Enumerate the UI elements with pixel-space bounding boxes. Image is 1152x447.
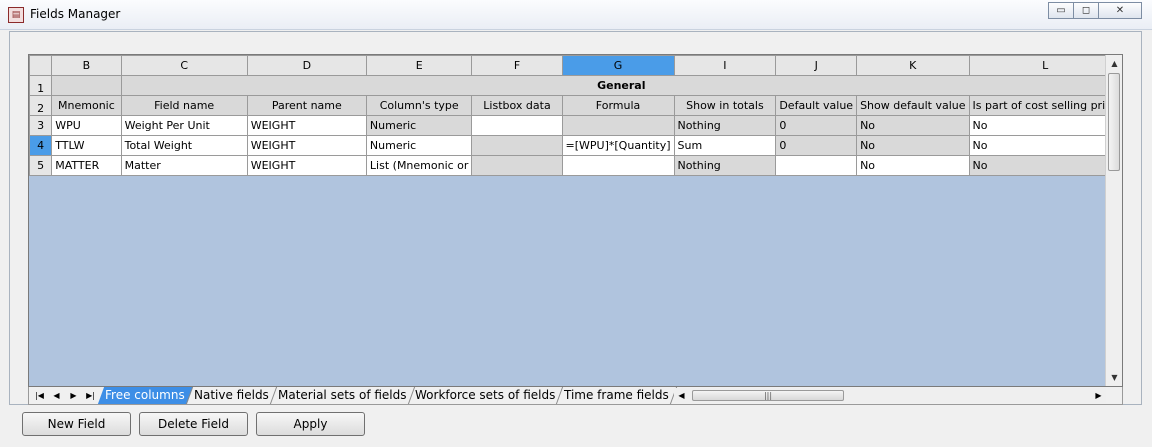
cell-formula[interactable] xyxy=(561,155,675,176)
cell-field-name[interactable]: Weight Per Unit xyxy=(120,115,248,136)
cell-show-in-totals[interactable]: Sum xyxy=(673,135,777,156)
maximize-button[interactable]: ◻ xyxy=(1073,2,1099,19)
cell-show-default-value[interactable]: No xyxy=(856,115,970,136)
tab-material-sets-of-fields[interactable]: Material sets of fields xyxy=(270,387,415,404)
spreadsheet-grid[interactable]: B C D E F G I J K L 1 General 2 Mnemonic… xyxy=(28,54,1123,387)
grid-corner[interactable] xyxy=(29,55,53,76)
row-header-2[interactable]: 2 xyxy=(29,95,53,116)
next-sheet-icon[interactable]: ▶ xyxy=(65,388,82,403)
tab-native-fields[interactable]: Native fields xyxy=(186,387,277,404)
sheet-nav: |◀ ◀ ▶ ▶| xyxy=(31,388,99,403)
scroll-left-icon[interactable]: ◀ xyxy=(674,388,689,403)
cell-cost-selling-price[interactable]: No xyxy=(968,115,1122,136)
fields-table: B C D E F G I J K L 1 General 2 Mnemonic… xyxy=(29,55,1122,176)
cell-mnemonic[interactable]: TTLW xyxy=(51,135,122,156)
cell-formula[interactable] xyxy=(561,115,675,136)
column-header-i[interactable]: I xyxy=(673,55,777,76)
header-show-in-totals: Show in totals xyxy=(673,95,777,116)
cell-cost-selling-price[interactable]: No xyxy=(968,135,1122,156)
horizontal-scroll-thumb[interactable]: ||| xyxy=(692,390,844,401)
scroll-right-icon[interactable]: ▶ xyxy=(1091,388,1106,403)
cell-mnemonic[interactable]: WPU xyxy=(51,115,122,136)
vertical-scrollbar[interactable]: ▲ ▼ xyxy=(1105,55,1122,386)
delete-field-button[interactable]: Delete Field xyxy=(139,412,248,436)
apply-button[interactable]: Apply xyxy=(256,412,365,436)
window-title: Fields Manager xyxy=(30,7,121,21)
cell-parent-name[interactable]: WEIGHT xyxy=(246,135,367,156)
cell-column-type[interactable]: Numeric xyxy=(365,115,473,136)
minimize-button[interactable]: ▭ xyxy=(1048,2,1074,19)
cell-show-default-value[interactable]: No xyxy=(856,155,970,176)
row-header-4[interactable]: 4 xyxy=(29,135,53,156)
group-header-blank xyxy=(51,75,122,96)
row-header-3[interactable]: 3 xyxy=(29,115,53,136)
column-header-f[interactable]: F xyxy=(471,55,563,76)
scroll-down-icon[interactable]: ▼ xyxy=(1106,369,1122,386)
window-controls: ▭ ◻ ✕ xyxy=(1048,2,1142,19)
column-header-d[interactable]: D xyxy=(246,55,367,76)
cell-column-type[interactable]: List (Mnemonic or xyxy=(365,155,473,176)
cell-field-name[interactable]: Total Weight xyxy=(120,135,248,156)
cell-show-in-totals[interactable]: Nothing xyxy=(673,155,777,176)
cell-default-value[interactable] xyxy=(775,155,858,176)
tab-free-columns[interactable]: Free columns xyxy=(97,387,193,404)
new-field-button[interactable]: New Field xyxy=(22,412,131,436)
close-button[interactable]: ✕ xyxy=(1098,2,1142,19)
last-sheet-icon[interactable]: ▶| xyxy=(82,388,99,403)
tab-time-frame-fields[interactable]: Time frame fields xyxy=(557,387,678,404)
cell-listbox-data[interactable] xyxy=(471,135,563,156)
column-header-j[interactable]: J xyxy=(775,55,858,76)
cell-listbox-data[interactable] xyxy=(471,155,563,176)
cell-column-type[interactable]: Numeric xyxy=(365,135,473,156)
header-show-default-value: Show default value xyxy=(856,95,970,116)
app-icon: ▤ xyxy=(8,7,24,23)
header-column-type: Column's type xyxy=(365,95,473,116)
horizontal-scrollbar[interactable]: ◀ ||| ▶ xyxy=(674,388,1106,403)
header-cost-selling-price: Is part of cost selling price xyxy=(968,95,1122,116)
tab-workforce-sets-of-fields[interactable]: Workforce sets of fields xyxy=(407,387,564,404)
scroll-up-icon[interactable]: ▲ xyxy=(1106,55,1122,72)
column-header-e[interactable]: E xyxy=(365,55,473,76)
header-parent-name: Parent name xyxy=(246,95,367,116)
row-header-5[interactable]: 5 xyxy=(29,155,53,176)
prev-sheet-icon[interactable]: ◀ xyxy=(48,388,65,403)
first-sheet-icon[interactable]: |◀ xyxy=(31,388,48,403)
cell-listbox-data[interactable] xyxy=(471,115,563,136)
header-formula: Formula xyxy=(561,95,675,116)
cell-show-in-totals[interactable]: Nothing xyxy=(673,115,777,136)
header-field-name: Field name xyxy=(120,95,248,116)
cell-default-value[interactable]: 0 xyxy=(775,115,858,136)
vertical-scroll-thumb[interactable] xyxy=(1108,73,1120,171)
cell-show-default-value[interactable]: No xyxy=(856,135,970,156)
cell-cost-selling-price[interactable]: No xyxy=(968,155,1122,176)
cell-mnemonic[interactable]: MATTER xyxy=(51,155,122,176)
column-header-g[interactable]: G xyxy=(561,55,675,76)
header-mnemonic: Mnemonic xyxy=(51,95,122,116)
cell-default-value[interactable]: 0 xyxy=(775,135,858,156)
sheet-tabs: Free columns Native fields Material sets… xyxy=(97,387,678,404)
cell-parent-name[interactable]: WEIGHT xyxy=(246,115,367,136)
column-header-b[interactable]: B xyxy=(51,55,122,76)
row-header-1[interactable]: 1 xyxy=(29,75,53,96)
column-header-c[interactable]: C xyxy=(120,55,248,76)
sheet-tab-bar: |◀ ◀ ▶ ▶| Free columns Native fields Mat… xyxy=(28,387,1123,405)
group-header-general: General xyxy=(120,75,1122,96)
column-header-k[interactable]: K xyxy=(856,55,970,76)
title-bar: ▤ Fields Manager ▭ ◻ ✕ xyxy=(0,0,1152,30)
cell-formula-active[interactable]: =[WPU]*[Quantity] xyxy=(561,135,675,156)
header-listbox-data: Listbox data xyxy=(471,95,563,116)
column-header-l[interactable]: L xyxy=(968,55,1122,76)
header-default-value: Default value xyxy=(775,95,858,116)
cell-parent-name[interactable]: WEIGHT xyxy=(246,155,367,176)
cell-field-name[interactable]: Matter xyxy=(120,155,248,176)
